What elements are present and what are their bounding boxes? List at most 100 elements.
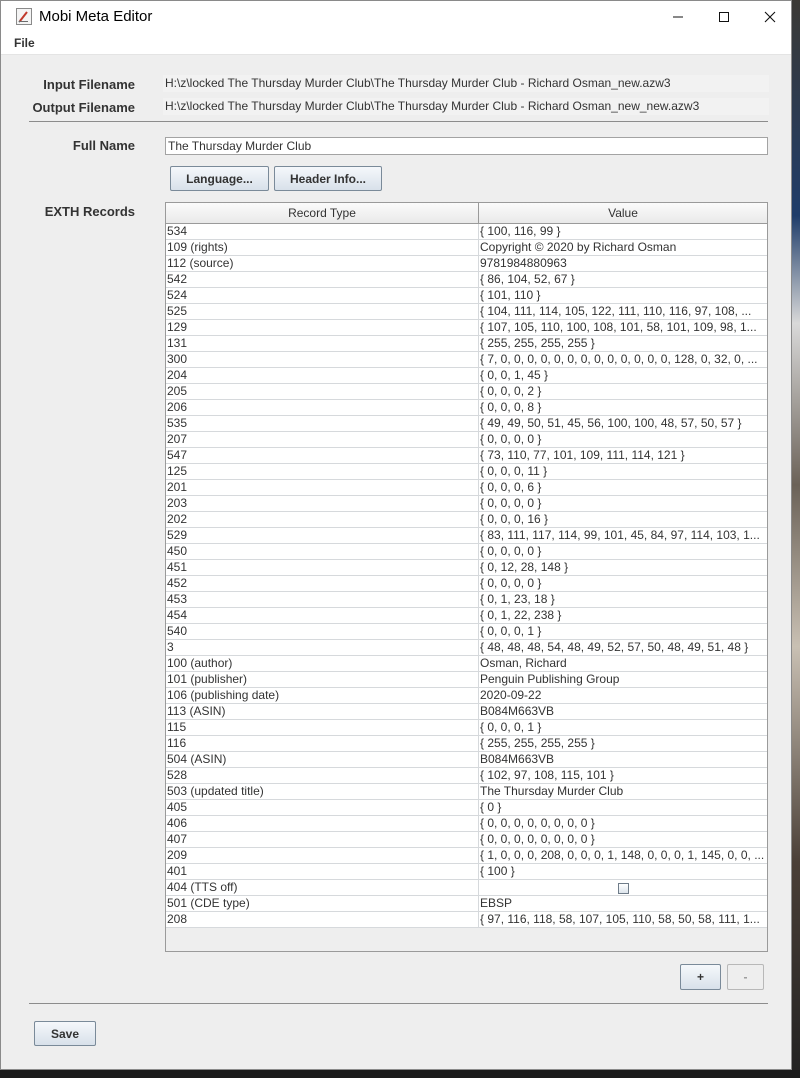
value-cell[interactable]: { 7, 0, 0, 0, 0, 0, 0, 0, 0, 0, 0, 0, 0,… <box>479 352 767 367</box>
record-type-cell[interactable]: 503 (updated title) <box>166 784 479 799</box>
input-filename-field[interactable]: H:\z\locked The Thursday Murder Club\The… <box>163 75 769 92</box>
value-cell[interactable]: { 0, 0, 0, 11 } <box>479 464 767 479</box>
record-type-cell[interactable]: 209 <box>166 848 479 863</box>
table-row[interactable]: 504 (ASIN) B084M663VB <box>166 752 767 768</box>
table-row[interactable]: 525{ 104, 111, 114, 105, 122, 111, 110, … <box>166 304 767 320</box>
header-info-button[interactable]: Header Info... <box>274 166 382 191</box>
table-row[interactable]: 404 (TTS off) <box>166 880 767 896</box>
table-row[interactable]: 109 (rights) Copyright © 2020 by Richard … <box>166 240 767 256</box>
record-type-cell[interactable]: 528 <box>166 768 479 783</box>
record-type-cell[interactable]: 404 (TTS off) <box>166 880 479 895</box>
record-type-cell[interactable]: 112 (source) <box>166 256 479 271</box>
record-type-cell[interactable]: 113 (ASIN) <box>166 704 479 719</box>
record-type-cell[interactable]: 407 <box>166 832 479 847</box>
record-type-cell[interactable]: 204 <box>166 368 479 383</box>
value-cell-checkbox[interactable] <box>479 880 767 895</box>
value-cell[interactable]: { 0, 0, 0, 16 } <box>479 512 767 527</box>
table-row[interactable]: 209{ 1, 0, 0, 0, 208, 0, 0, 0, 1, 148, 0… <box>166 848 767 864</box>
checkbox-icon[interactable] <box>618 882 629 894</box>
value-cell[interactable]: { 0, 0, 0, 0, 0, 0, 0, 0 } <box>479 816 767 831</box>
close-button[interactable] <box>747 1 793 32</box>
table-row[interactable]: 542{ 86, 104, 52, 67 } <box>166 272 767 288</box>
column-header-record-type[interactable]: Record Type <box>166 203 479 223</box>
record-type-cell[interactable]: 529 <box>166 528 479 543</box>
value-cell[interactable]: Copyright © 2020 by Richard Osman <box>479 240 767 255</box>
table-row[interactable]: 452{ 0, 0, 0, 0 } <box>166 576 767 592</box>
table-row[interactable]: 529{ 83, 111, 117, 114, 99, 101, 45, 84,… <box>166 528 767 544</box>
record-type-cell[interactable]: 540 <box>166 624 479 639</box>
record-type-cell[interactable]: 202 <box>166 512 479 527</box>
save-button[interactable]: Save <box>34 1021 96 1046</box>
full-name-input[interactable]: The Thursday Murder Club <box>165 137 768 155</box>
table-row[interactable]: 547{ 73, 110, 77, 101, 109, 111, 114, 12… <box>166 448 767 464</box>
value-cell[interactable]: { 101, 110 } <box>479 288 767 303</box>
value-cell[interactable]: { 86, 104, 52, 67 } <box>479 272 767 287</box>
record-type-cell[interactable]: 106 (publishing date) <box>166 688 479 703</box>
menu-file[interactable]: File <box>14 36 35 50</box>
value-cell[interactable]: { 0, 0, 0, 0 } <box>479 496 767 511</box>
table-row[interactable]: 205{ 0, 0, 0, 2 } <box>166 384 767 400</box>
record-type-cell[interactable]: 109 (rights) <box>166 240 479 255</box>
table-row[interactable]: 203{ 0, 0, 0, 0 } <box>166 496 767 512</box>
record-type-cell[interactable]: 450 <box>166 544 479 559</box>
table-row[interactable]: 207{ 0, 0, 0, 0 } <box>166 432 767 448</box>
table-row[interactable]: 202{ 0, 0, 0, 16 } <box>166 512 767 528</box>
table-row[interactable]: 453{ 0, 1, 23, 18 } <box>166 592 767 608</box>
language-button[interactable]: Language... <box>170 166 269 191</box>
record-type-cell[interactable]: 115 <box>166 720 479 735</box>
record-type-cell[interactable]: 300 <box>166 352 479 367</box>
record-type-cell[interactable]: 504 (ASIN) <box>166 752 479 767</box>
table-row[interactable]: 112 (source) 9781984880963 <box>166 256 767 272</box>
record-type-cell[interactable]: 3 <box>166 640 479 655</box>
table-row[interactable]: 534{ 100, 116, 99 } <box>166 224 767 240</box>
table-row[interactable]: 406{ 0, 0, 0, 0, 0, 0, 0, 0 } <box>166 816 767 832</box>
table-row[interactable]: 129{ 107, 105, 110, 100, 108, 101, 58, 1… <box>166 320 767 336</box>
value-cell[interactable]: { 255, 255, 255, 255 } <box>479 336 767 351</box>
table-row[interactable]: 204{ 0, 0, 1, 45 } <box>166 368 767 384</box>
record-type-cell[interactable]: 116 <box>166 736 479 751</box>
value-cell[interactable]: { 48, 48, 48, 54, 48, 49, 52, 57, 50, 48… <box>479 640 767 655</box>
record-type-cell[interactable]: 501 (CDE type) <box>166 896 479 911</box>
table-row[interactable]: 450{ 0, 0, 0, 0 } <box>166 544 767 560</box>
table-row[interactable]: 106 (publishing date) 2020-09-22 <box>166 688 767 704</box>
record-type-cell[interactable]: 129 <box>166 320 479 335</box>
value-cell[interactable]: { 0, 0, 0, 2 } <box>479 384 767 399</box>
record-type-cell[interactable]: 207 <box>166 432 479 447</box>
table-row[interactable]: 201{ 0, 0, 0, 6 } <box>166 480 767 496</box>
value-cell[interactable]: { 0 } <box>479 800 767 815</box>
record-type-cell[interactable]: 405 <box>166 800 479 815</box>
app-icon[interactable] <box>16 8 32 25</box>
record-type-cell[interactable]: 125 <box>166 464 479 479</box>
value-cell[interactable]: { 83, 111, 117, 114, 99, 101, 45, 84, 97… <box>479 528 767 543</box>
table-row[interactable]: 501 (CDE type) EBSP <box>166 896 767 912</box>
value-cell[interactable]: { 49, 49, 50, 51, 45, 56, 100, 100, 48, … <box>479 416 767 431</box>
value-cell[interactable]: { 0, 0, 0, 8 } <box>479 400 767 415</box>
value-cell[interactable]: 2020-09-22 <box>479 688 767 703</box>
table-row[interactable]: 206{ 0, 0, 0, 8 } <box>166 400 767 416</box>
table-row[interactable]: 113 (ASIN) B084M663VB <box>166 704 767 720</box>
record-type-cell[interactable]: 401 <box>166 864 479 879</box>
value-cell[interactable]: { 255, 255, 255, 255 } <box>479 736 767 751</box>
minimize-button[interactable] <box>655 1 701 32</box>
table-row[interactable]: 115{ 0, 0, 0, 1 } <box>166 720 767 736</box>
record-type-cell[interactable]: 203 <box>166 496 479 511</box>
table-row[interactable]: 300{ 7, 0, 0, 0, 0, 0, 0, 0, 0, 0, 0, 0,… <box>166 352 767 368</box>
value-cell[interactable]: B084M663VB <box>479 752 767 767</box>
value-cell[interactable]: { 104, 111, 114, 105, 122, 111, 110, 116… <box>479 304 767 319</box>
value-cell[interactable]: { 0, 0, 0, 0, 0, 0, 0, 0 } <box>479 832 767 847</box>
record-type-cell[interactable]: 524 <box>166 288 479 303</box>
maximize-button[interactable] <box>701 1 747 32</box>
value-cell[interactable]: { 0, 0, 0, 6 } <box>479 480 767 495</box>
table-row[interactable]: 540{ 0, 0, 0, 1 } <box>166 624 767 640</box>
add-record-button[interactable]: + <box>680 964 721 990</box>
output-filename-field[interactable]: H:\z\locked The Thursday Murder Club\The… <box>163 98 769 115</box>
value-cell[interactable]: { 0, 0, 1, 45 } <box>479 368 767 383</box>
exth-records-table[interactable]: Record Type Value 534{ 100, 116, 99 } 109… <box>165 202 768 952</box>
table-row[interactable]: 407{ 0, 0, 0, 0, 0, 0, 0, 0 } <box>166 832 767 848</box>
record-type-cell[interactable]: 542 <box>166 272 479 287</box>
record-type-cell[interactable]: 101 (publisher) <box>166 672 479 687</box>
record-type-cell[interactable]: 131 <box>166 336 479 351</box>
table-row[interactable]: 503 (updated title) The Thursday Murder C… <box>166 784 767 800</box>
value-cell[interactable]: { 102, 97, 108, 115, 101 } <box>479 768 767 783</box>
table-row[interactable]: 125{ 0, 0, 0, 11 } <box>166 464 767 480</box>
